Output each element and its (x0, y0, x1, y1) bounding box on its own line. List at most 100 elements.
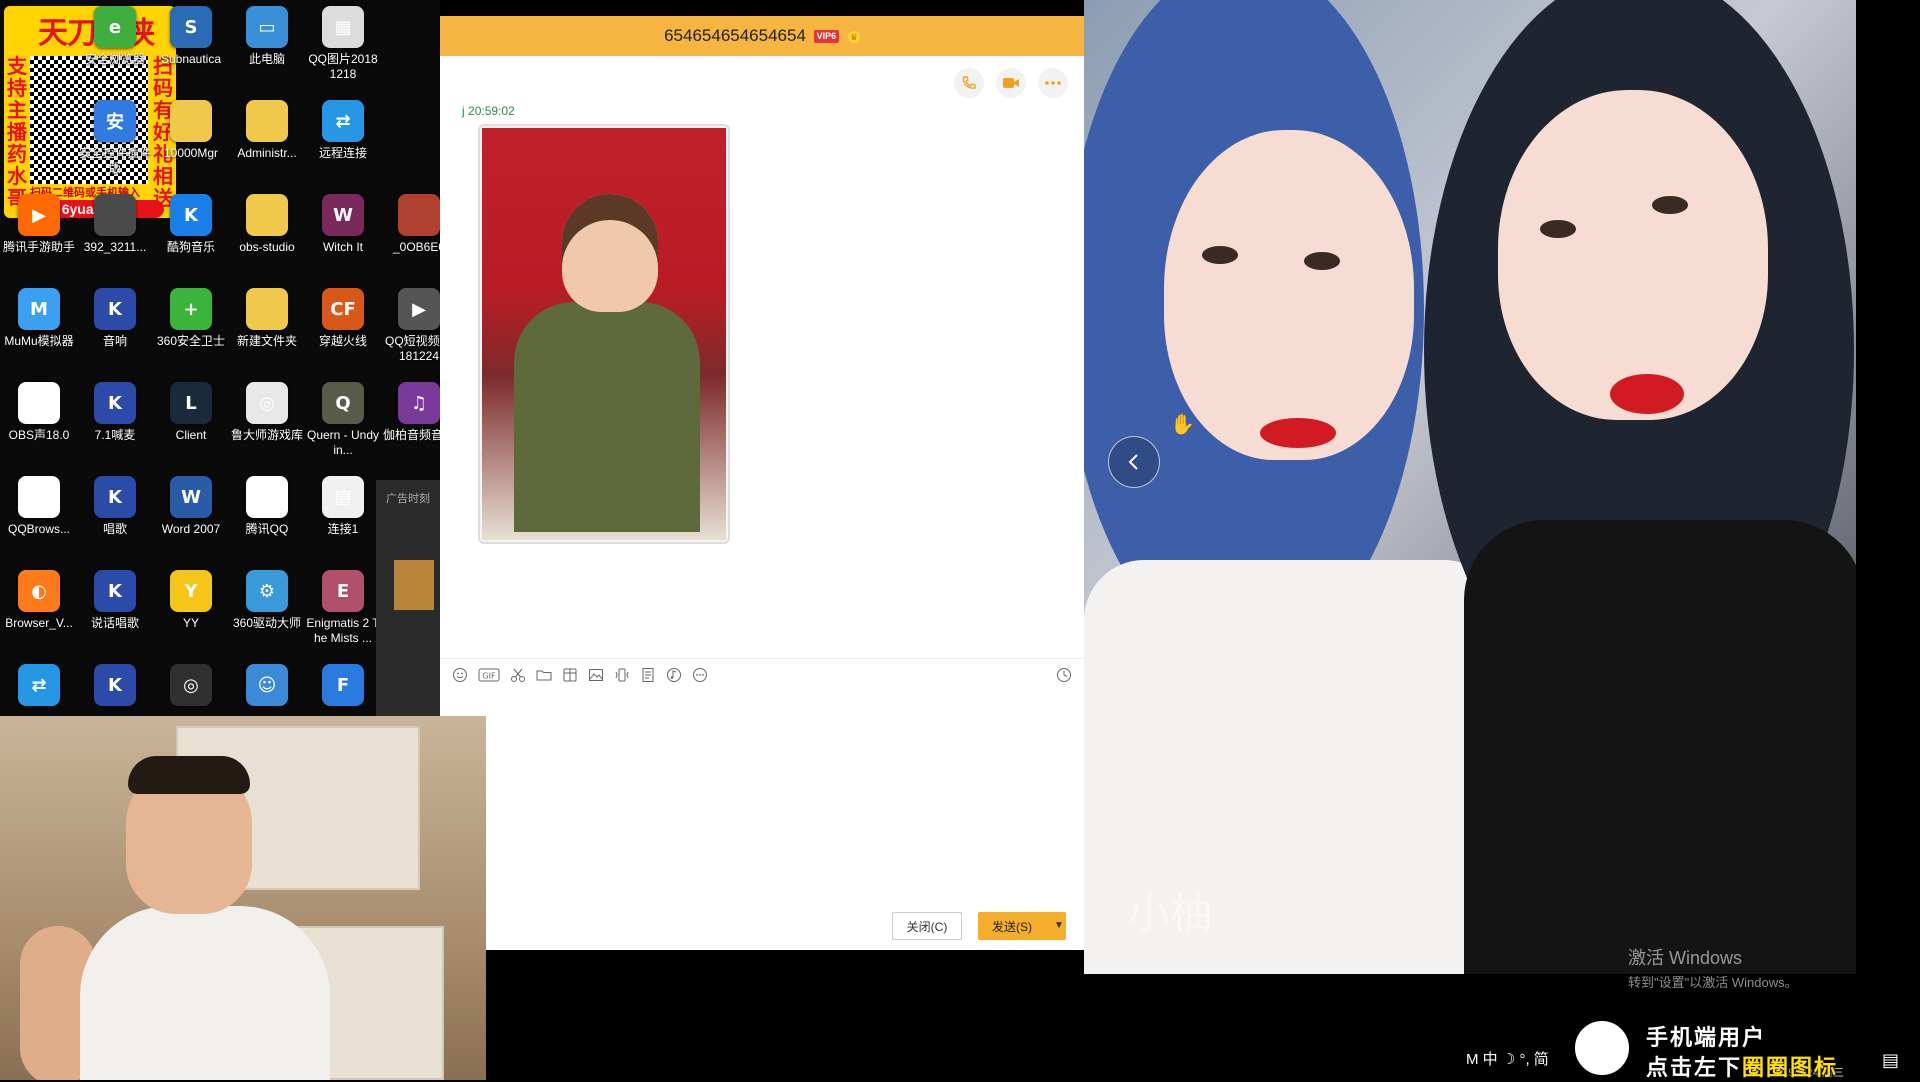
desktop-icon[interactable]: E Enigmatis 2 The Mists ... (306, 570, 380, 646)
stream-promo-line2: 点击左下圈圈图标 (1646, 1050, 1838, 1082)
emoji-icon[interactable] (452, 667, 468, 683)
message-header: j 20:59:02 (462, 104, 515, 118)
desktop-icon[interactable]: ▭ 此电脑 (230, 6, 304, 67)
stream-promo-overlay: 手机端用户 点击左下圈圈图标 (1572, 1018, 1872, 1080)
previous-image-button[interactable] (1108, 436, 1160, 488)
eye (1202, 246, 1238, 264)
desktop-icon[interactable]: K 酷狗音乐 (154, 194, 228, 255)
chat-window: 654654654654654 VIP6 ♛ j 20:59:02 GIF 关闭… (440, 16, 1084, 950)
video-call-button[interactable] (996, 68, 1026, 98)
hand-cursor-icon: ✋ (1170, 414, 1195, 436)
more-tools-icon[interactable] (692, 667, 708, 683)
desktop-icon[interactable]: ◎ 鲁大师游戏库 (230, 382, 304, 443)
desktop-icon[interactable]: F (306, 664, 380, 710)
desktop-icon[interactable]: ◎ (154, 664, 228, 710)
music-icon[interactable] (666, 667, 682, 683)
gif-icon[interactable]: GIF (478, 667, 500, 683)
person-hair (128, 756, 250, 794)
desktop-icon[interactable]: L Client (154, 382, 228, 443)
stream-promo-line1: 手机端用户 (1646, 1025, 1767, 1050)
desktop-icon[interactable]: CF 穿越火线 (306, 288, 380, 349)
image-icon[interactable] (588, 667, 604, 683)
desktop-icon[interactable]: ● OBS声18.0 (2, 382, 76, 443)
desktop-icon[interactable]: S Subnautica (154, 6, 228, 67)
desktop-icon[interactable]: +360安全卫士 (154, 288, 228, 349)
vibrate-icon[interactable] (614, 667, 630, 683)
desktop-icon-label: Enigmatis 2 The Mists ... (306, 616, 380, 645)
desktop-icon-label: Browser_V... (5, 616, 73, 630)
vip-badge: VIP6 (813, 30, 840, 44)
desktop-icon[interactable]: ▦ QQ图片20181218 (306, 6, 380, 82)
cursor-circle-icon (1572, 1018, 1632, 1078)
driver-icon: ⚙ (246, 570, 288, 612)
desktop-icon[interactable]: 安安全控件插件版 (78, 100, 152, 176)
chat-title: 654654654654654 (664, 26, 806, 45)
ad-panel[interactable]: 广告时刻 (376, 480, 440, 716)
desktop-icon[interactable]: K 说话唱歌 (78, 570, 152, 631)
notification-icon[interactable]: ▤ (1882, 1050, 1899, 1071)
video-icon: ▶ (398, 288, 440, 330)
desktop-icon-label: 腾讯QQ (245, 522, 289, 536)
desktop-icon[interactable]: Q QQBrows... (2, 476, 76, 537)
desktop-icon-label: Administr... (237, 146, 297, 160)
desktop-icon-label: Subnautica (160, 52, 222, 66)
desktop-icon[interactable]: K 7.1喊麦 (78, 382, 152, 443)
desktop-icon[interactable]: 10000Mgr (154, 100, 228, 161)
activate-windows-notice: 激活 Windows 转到"设置"以激活 Windows。 (1628, 944, 1908, 991)
stream-promo-line2-prefix: 点击左下 (1646, 1055, 1743, 1080)
eye (1652, 196, 1688, 214)
document-icon[interactable] (640, 667, 656, 683)
desktop-icon-label: 远程连接 (318, 146, 367, 160)
person-body (80, 906, 330, 1080)
desktop-icon-label: QQ图片20181218 (308, 52, 378, 81)
desktop-icon[interactable]: ⇄ (2, 664, 76, 710)
more-options-button[interactable] (1038, 68, 1068, 98)
desktop-icon[interactable]: Y YY (154, 570, 228, 631)
desktop-icon[interactable]: K (78, 664, 152, 710)
desktop-icon[interactable]: K 音响 (78, 288, 152, 349)
send-options-chevron-icon[interactable]: ▼ (1050, 912, 1068, 940)
desktop-icon[interactable]: ⚙ 360驱动大师 (230, 570, 304, 631)
desktop-icon[interactable]: e 安全浏览器 (78, 6, 152, 67)
desktop-icon[interactable]: 392_3211... (78, 194, 152, 255)
phone-call-button[interactable] (954, 68, 984, 98)
screenshot-icon[interactable] (510, 667, 526, 683)
desktop-icon[interactable]: ☺ (230, 664, 304, 710)
desktop-icon-label: 新建文件夹 (236, 334, 297, 348)
ad-label: 广告时刻 (386, 493, 430, 505)
desktop-icon-label: 360驱动大师 (232, 616, 302, 630)
ime-tray[interactable]: M 中 ☽ °, 简 (1466, 1048, 1553, 1069)
desktop-icon[interactable]: obs-studio (230, 194, 304, 255)
desktop-icon[interactable]: ▶ 腾讯手游助手 (2, 194, 76, 255)
desktop-icon[interactable]: Q Quern - Undyin... (306, 382, 380, 458)
desktop-icon-label: 腾讯手游助手 (2, 240, 75, 254)
browser-icon: e (94, 6, 136, 48)
message-time: 20:59:02 (468, 104, 515, 118)
desktop-icon[interactable]: M MuMu模拟器 (2, 288, 76, 349)
desktop-icon[interactable]: K 唱歌 (78, 476, 152, 537)
desktop-icon[interactable]: ◐ Browser_V... (2, 570, 76, 631)
stream-promo-line2-highlight: 圈圈图标 (1742, 1055, 1839, 1080)
history-clock-icon[interactable] (1056, 667, 1072, 683)
chat-title-bar[interactable]: 654654654654654 VIP6 ♛ (440, 16, 1084, 56)
desktop-icon[interactable]: ▤ 连接1 (306, 476, 380, 537)
emulator-icon: M (18, 288, 60, 330)
desktop-icon[interactable]: W Witch It (306, 194, 380, 255)
desktop-icon[interactable]: Administr... (230, 100, 304, 161)
desktop-icon[interactable]: W Word 2007 (154, 476, 228, 537)
desktop-icon[interactable]: ◉ 腾讯QQ (230, 476, 304, 537)
crown-icon: ♛ (847, 30, 860, 43)
desktop-icon-label: 7.1喊麦 (94, 428, 136, 442)
photo-person-head (562, 194, 658, 312)
folder-icon[interactable] (536, 667, 552, 683)
face-left (1164, 130, 1414, 460)
desktop-icon[interactable]: 新建文件夹 (230, 288, 304, 349)
activate-title: 激活 Windows (1628, 948, 1743, 968)
message-input[interactable] (440, 692, 1084, 898)
image-message[interactable] (478, 124, 730, 544)
desktop-icon-label: 此电脑 (248, 52, 285, 66)
close-button[interactable]: 关闭(C) (892, 912, 962, 940)
red-packet-icon[interactable] (562, 667, 578, 683)
black-top (1464, 520, 1856, 974)
desktop-icon[interactable]: ⇄ 远程连接 (306, 100, 380, 161)
